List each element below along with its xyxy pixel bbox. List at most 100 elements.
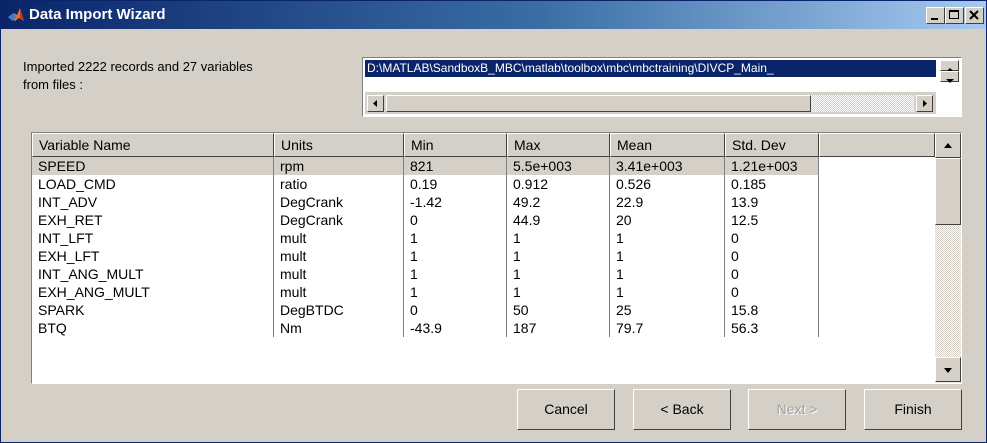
table-cell[interactable]: INT_LFT (32, 229, 274, 247)
table-cell[interactable]: SPEED (32, 157, 274, 175)
file-list-scroll-up-button[interactable] (940, 60, 959, 72)
table-row[interactable]: INT_ADV DegCrank -1.42 49.2 22.9 13.9 (32, 193, 935, 211)
table-cell[interactable]: DegCrank (274, 193, 404, 211)
table-cell[interactable]: 0 (725, 229, 819, 247)
table-cell[interactable]: -1.42 (404, 193, 507, 211)
table-cell[interactable]: 0 (725, 283, 819, 301)
table-row[interactable]: EXH_RET DegCrank 0 44.9 20 12.5 (32, 211, 935, 229)
table-cell[interactable]: 821 (404, 157, 507, 175)
variables-table[interactable]: Variable Name Units Min Max Mean Std. Dev SPE… (31, 132, 962, 384)
table-cell[interactable]: 0 (404, 211, 507, 229)
table-row[interactable]: LOAD_CMD ratio 0.19 0.912 0.526 0.185 (32, 175, 935, 193)
table-cell[interactable]: 1 (610, 229, 725, 247)
table-cell[interactable]: 20 (610, 211, 725, 229)
table-cell[interactable]: 0.912 (507, 175, 610, 193)
table-cell[interactable]: 0.526 (610, 175, 725, 193)
table-cell[interactable]: 44.9 (507, 211, 610, 229)
table-cell[interactable]: DegCrank (274, 211, 404, 229)
table-cell[interactable]: 1 (610, 283, 725, 301)
scroll-right-button[interactable] (916, 95, 933, 112)
table-cell[interactable]: 1 (610, 247, 725, 265)
table-cell[interactable]: mult (274, 265, 404, 283)
column-header[interactable]: Max (507, 133, 610, 157)
maximize-button[interactable] (945, 7, 964, 24)
table-cell[interactable]: 0.19 (404, 175, 507, 193)
table-cell[interactable]: mult (274, 283, 404, 301)
table-cell[interactable]: 1.21e+003 (725, 157, 819, 175)
table-cell[interactable]: 79.7 (610, 319, 725, 337)
table-cell[interactable]: 1 (610, 265, 725, 283)
table-cell[interactable]: ratio (274, 175, 404, 193)
table-cell[interactable]: 1 (507, 283, 610, 301)
table-cell[interactable]: -43.9 (404, 319, 507, 337)
table-scroll-thumb[interactable] (935, 158, 961, 225)
column-header[interactable]: Std. Dev (725, 133, 819, 157)
back-button[interactable]: < Back (633, 389, 731, 430)
table-cell[interactable]: 5.5e+003 (507, 157, 610, 175)
table-row[interactable]: EXH_LFT mult 1 1 1 0 (32, 247, 935, 265)
table-cell[interactable]: 12.5 (725, 211, 819, 229)
table-cell[interactable]: INT_ADV (32, 193, 274, 211)
table-cell[interactable]: BTQ (32, 319, 274, 337)
table-cell[interactable]: 49.2 (507, 193, 610, 211)
table-cell[interactable]: DegBTDC (274, 301, 404, 319)
file-list[interactable]: D:\MATLAB\SandboxB_MBC\matlab\toolbox\mb… (362, 57, 962, 117)
table-cell[interactable]: 0.185 (725, 175, 819, 193)
title-bar[interactable]: Data Import Wizard (1, 1, 986, 29)
table-cell[interactable]: 25 (610, 301, 725, 319)
table-cell[interactable]: 187 (507, 319, 610, 337)
table-cell[interactable]: EXH_ANG_MULT (32, 283, 274, 301)
table-cell[interactable]: 1 (404, 283, 507, 301)
finish-button[interactable]: Finish (864, 389, 962, 430)
file-list-item-selected[interactable]: D:\MATLAB\SandboxB_MBC\matlab\toolbox\mb… (365, 60, 936, 77)
table-cell[interactable]: SPARK (32, 301, 274, 319)
table-cell[interactable]: 0 (725, 247, 819, 265)
table-row[interactable]: SPEED rpm 821 5.5e+003 3.41e+003 1.21e+003 (32, 157, 935, 175)
cancel-button[interactable]: Cancel (517, 389, 615, 430)
column-header[interactable]: Variable Name (32, 133, 274, 157)
close-button[interactable] (965, 7, 984, 24)
table-row[interactable]: INT_LFT mult 1 1 1 0 (32, 229, 935, 247)
file-list-horizontal-scrollbar[interactable] (365, 92, 936, 114)
table-cell[interactable]: mult (274, 229, 404, 247)
table-cell[interactable]: Nm (274, 319, 404, 337)
table-cell[interactable]: mult (274, 247, 404, 265)
table-cell[interactable]: 15.8 (725, 301, 819, 319)
arrow-down-icon (946, 79, 954, 83)
matlab-logo-icon (8, 8, 24, 21)
table-row[interactable]: EXH_ANG_MULT mult 1 1 1 0 (32, 283, 935, 301)
table-cell[interactable]: 50 (507, 301, 610, 319)
table-scroll-down-button[interactable] (935, 357, 961, 382)
table-cell[interactable]: INT_ANG_MULT (32, 265, 274, 283)
table-cell[interactable]: 13.9 (725, 193, 819, 211)
table-row[interactable]: INT_ANG_MULT mult 1 1 1 0 (32, 265, 935, 283)
table-cell[interactable]: 1 (404, 265, 507, 283)
next-button[interactable]: Next > (748, 389, 846, 430)
file-list-scroll-down-button[interactable] (940, 71, 959, 83)
table-cell[interactable]: 1 (404, 247, 507, 265)
scroll-left-button[interactable] (367, 95, 384, 112)
table-cell[interactable]: 0 (725, 265, 819, 283)
table-cell[interactable]: 1 (507, 265, 610, 283)
column-header[interactable]: Units (274, 133, 404, 157)
table-row[interactable]: BTQ Nm -43.9 187 79.7 56.3 (32, 319, 935, 337)
table-cell[interactable]: 0 (404, 301, 507, 319)
table-scroll-up-button[interactable] (935, 133, 961, 158)
import-summary-line1: Imported 2222 records and 27 variables (23, 59, 253, 74)
minimize-button[interactable] (926, 7, 945, 24)
table-vertical-scrollbar[interactable] (935, 133, 961, 383)
table-cell[interactable]: 1 (404, 229, 507, 247)
table-cell[interactable]: 56.3 (725, 319, 819, 337)
table-cell[interactable]: 3.41e+003 (610, 157, 725, 175)
table-row[interactable]: SPARK DegBTDC 0 50 25 15.8 (32, 301, 935, 319)
column-header[interactable]: Min (404, 133, 507, 157)
table-cell[interactable]: rpm (274, 157, 404, 175)
table-cell[interactable]: 1 (507, 229, 610, 247)
table-cell[interactable]: EXH_RET (32, 211, 274, 229)
scroll-thumb[interactable] (386, 95, 811, 112)
table-cell[interactable]: 22.9 (610, 193, 725, 211)
column-header[interactable]: Mean (610, 133, 725, 157)
table-cell[interactable]: 1 (507, 247, 610, 265)
table-cell[interactable]: EXH_LFT (32, 247, 274, 265)
table-cell[interactable]: LOAD_CMD (32, 175, 274, 193)
